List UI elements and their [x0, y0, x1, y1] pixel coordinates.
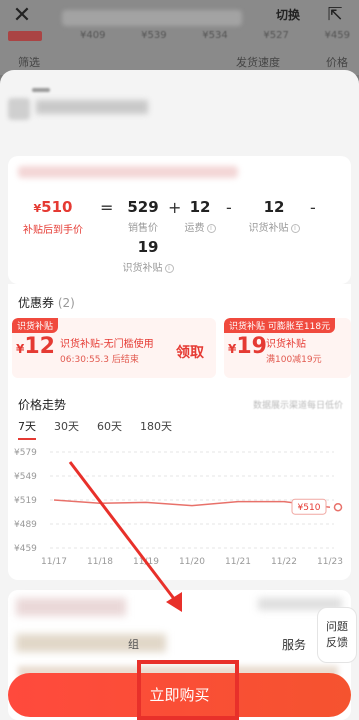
- info-icon[interactable]: i: [164, 263, 174, 273]
- final-price: ¥510 补贴后到手价: [23, 198, 83, 236]
- buy-now-button[interactable]: 立即购买: [8, 673, 351, 717]
- blurred-title: [62, 10, 242, 26]
- coupon-condition: 满100减19元: [266, 355, 322, 365]
- x-tick-label: 11/17: [41, 557, 67, 567]
- coupon-description: 识货补贴: [266, 339, 306, 350]
- blurred-badge: [8, 31, 42, 41]
- coupon-tag: 识货补贴: [12, 318, 59, 333]
- shipping-fee-label: 运费: [184, 223, 205, 234]
- price-trend-note: 数据展示渠道每日低价: [252, 401, 343, 411]
- final-price-value: 510: [41, 198, 73, 216]
- coupon-description: 识货补贴-无门槛使用: [60, 339, 154, 350]
- coupon-title: 优惠券 (2): [18, 296, 75, 310]
- bg-price: ¥409: [80, 30, 106, 41]
- x-tick-label: 11/20: [179, 557, 205, 567]
- feedback-line1: 问题: [326, 620, 348, 633]
- coupon-card[interactable]: 识货补贴 可膨胀至118元 ¥19 识货补贴 满100减19元: [224, 318, 351, 378]
- blurred-shop-name: [16, 598, 126, 616]
- shipping-fee: 12 运费 i: [178, 198, 222, 234]
- y-tick-label: ¥519: [14, 496, 37, 506]
- background-filter-row: 筛选 发货速度 价格: [18, 54, 348, 70]
- background-header: ✕ 切换 ⇱ ¥409 ¥539 ¥534 ¥527 ¥459 筛选 发货速度 …: [0, 0, 359, 75]
- shihuo-subsidy-value: 19: [137, 238, 159, 256]
- shipping-subsidy-value: 12: [263, 198, 285, 216]
- coupon-count: (2): [57, 296, 75, 310]
- y-tick-label: ¥579: [14, 448, 37, 458]
- close-icon[interactable]: ✕: [10, 4, 34, 28]
- y-tick-label: ¥489: [14, 520, 37, 530]
- equals-sign: =: [100, 198, 114, 217]
- feedback-line2: 反馈: [326, 636, 348, 649]
- share-icon[interactable]: ⇱: [324, 4, 346, 26]
- shop-tail-text: 组: [128, 638, 139, 651]
- blurred-shop-detail: [16, 634, 166, 652]
- feedback-button[interactable]: 问题 反馈: [317, 607, 357, 663]
- price-series-line: [53, 499, 331, 508]
- bg-price: ¥527: [263, 30, 289, 41]
- price-trend-chart: ¥579 ¥549 ¥519 ¥489 ¥459 11/17 11/18 11/19 11/20…: [14, 448, 343, 567]
- sales-price-label: 销售价: [128, 223, 158, 234]
- price-trend-section: 价格走势 数据展示渠道每日低价 7天 30天 60天 180天 ¥579 ¥549…: [8, 384, 351, 580]
- minus-sign: -: [226, 198, 232, 217]
- price-trend-title: 价格走势: [18, 398, 67, 412]
- bg-price: ¥534: [202, 30, 228, 41]
- sales-price: 529 销售价: [118, 198, 168, 234]
- coupon-countdown: 06:30:55.3 后结束: [60, 355, 139, 365]
- y-tick-label: ¥549: [14, 472, 37, 482]
- y-tick-label: ¥459: [14, 544, 37, 554]
- price-detail-sheet: ¥510 补贴后到手价 = 529 销售价 + 12 运费 i - 12 识货补贴…: [0, 70, 359, 720]
- coupon-amount: ¥12: [16, 334, 55, 359]
- shipping-subsidy-label: 识货补贴: [248, 223, 289, 234]
- sales-price-value: 529: [127, 198, 159, 216]
- bg-price: ¥539: [141, 30, 167, 41]
- x-tick-label: 11/22: [271, 557, 297, 567]
- blurred-product-header: [8, 88, 148, 124]
- ship-speed-filter[interactable]: 发货速度: [236, 54, 280, 70]
- shipping-fee-value: 12: [189, 198, 211, 216]
- last-price-point: [333, 502, 343, 512]
- claim-coupon-button[interactable]: 领取: [176, 342, 204, 362]
- final-price-label: 补贴后到手价: [23, 225, 83, 236]
- price-calculation-card: ¥510 补贴后到手价 = 529 销售价 + 12 运费 i - 12 识货补贴…: [8, 156, 351, 284]
- x-tick-label: 11/18: [87, 557, 113, 567]
- x-tick-label: 11/23: [317, 557, 343, 567]
- blurred-card-title: [18, 166, 238, 178]
- filter-button[interactable]: 筛选: [18, 54, 40, 70]
- background-price-row: ¥409 ¥539 ¥534 ¥527 ¥459: [80, 30, 350, 41]
- minus-sign: -: [310, 198, 316, 217]
- coupon-amount: ¥19: [228, 334, 267, 359]
- switch-button[interactable]: 切换: [276, 6, 300, 23]
- info-icon[interactable]: i: [206, 223, 216, 233]
- coupon-tag: 识货补贴 可膨胀至118元: [224, 318, 336, 333]
- coupon-card[interactable]: 识货补贴 ¥12 识货补贴-无门槛使用 06:30:55.3 后结束 领取: [12, 318, 216, 378]
- shipping-subsidy: 12 识货补贴 i: [242, 198, 306, 234]
- bg-price: ¥459: [324, 30, 350, 41]
- price-badge-label: ¥510: [298, 503, 321, 513]
- service-label[interactable]: 服务: [282, 636, 306, 653]
- shihuo-subsidy-label: 识货补贴: [122, 263, 163, 274]
- info-icon[interactable]: i: [290, 223, 300, 233]
- coupon-section: 优惠券 (2) 识货补贴 ¥12 识货补贴-无门槛使用 06:30:55.3 后…: [8, 284, 351, 384]
- x-tick-label: 11/19: [133, 557, 159, 567]
- x-tick-label: 11/21: [225, 557, 251, 567]
- shihuo-subsidy: 19 识货补贴 i: [116, 238, 180, 274]
- price-filter[interactable]: 价格: [326, 54, 348, 70]
